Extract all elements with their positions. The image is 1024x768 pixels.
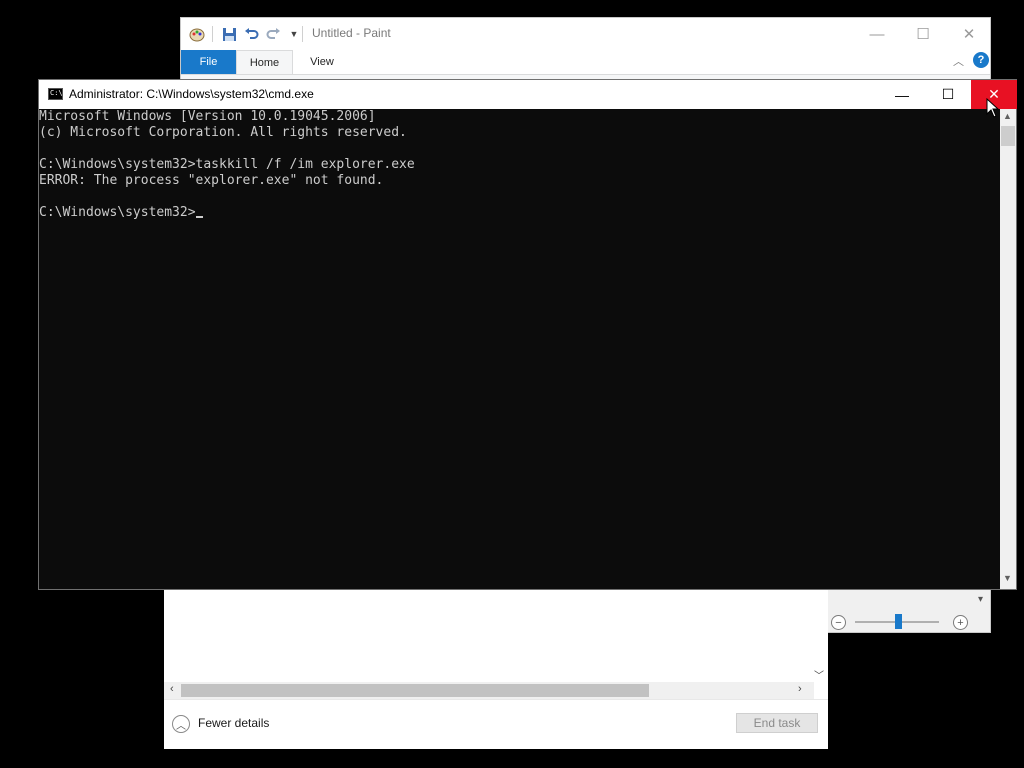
tab-file[interactable]: File: [181, 50, 236, 74]
qat-divider: [212, 26, 213, 42]
cmd-vertical-scrollbar[interactable]: ▲ ▼: [1000, 109, 1016, 589]
save-icon[interactable]: [220, 25, 238, 43]
end-task-button[interactable]: End task: [736, 713, 818, 733]
paint-close-button[interactable]: ✕: [946, 22, 992, 46]
console-line: ERROR: The process "explorer.exe" not fo…: [39, 173, 384, 188]
scroll-down-icon[interactable]: ﹀: [814, 667, 824, 682]
cmd-window[interactable]: C:\ Administrator: C:\Windows\system32\c…: [38, 79, 1017, 590]
chevron-up-circle-icon[interactable]: ︿: [172, 715, 190, 733]
tab-view[interactable]: View: [293, 50, 351, 74]
console-line: (c) Microsoft Corporation. All rights re…: [39, 125, 407, 140]
paint-window-title: Untitled - Paint: [312, 26, 391, 40]
cmd-app-icon[interactable]: C:\: [48, 88, 63, 100]
chevron-up-icon[interactable]: ︿: [953, 53, 964, 69]
chevron-down-icon[interactable]: ▼: [285, 25, 303, 43]
cmd-maximize-button[interactable]: ☐: [925, 80, 971, 109]
cmd-window-title: Administrator: C:\Windows\system32\cmd.e…: [69, 87, 314, 101]
cmd-minimize-button[interactable]: —: [879, 80, 925, 109]
horizontal-scroll-thumb[interactable]: [181, 684, 649, 697]
zoom-slider-thumb[interactable]: [895, 614, 902, 629]
scroll-up-icon[interactable]: ▲: [1003, 111, 1012, 121]
qat-divider: [302, 26, 303, 42]
cmd-scroll-thumb[interactable]: [1001, 126, 1015, 146]
scroll-left-icon[interactable]: ‹: [170, 683, 174, 695]
mouse-pointer-icon: [986, 98, 1000, 118]
console-output[interactable]: Microsoft Windows [Version 10.0.19045.20…: [39, 109, 1000, 589]
console-prompt-line[interactable]: C:\Windows\system32>: [39, 205, 1000, 221]
redo-icon[interactable]: [264, 25, 282, 43]
paint-maximize-button[interactable]: ☐: [900, 22, 946, 46]
console-line: Microsoft Windows [Version 10.0.19045.20…: [39, 109, 376, 124]
paint-titlebar[interactable]: ▼ Untitled - Paint — ☐ ✕: [181, 18, 990, 50]
text-cursor: [195, 216, 203, 218]
scroll-right-icon[interactable]: ›: [798, 683, 802, 695]
zoom-out-button[interactable]: −: [831, 615, 846, 630]
paint-app-icon[interactable]: [188, 25, 206, 43]
paint-ribbon-tabs: File Home View ︿ ?: [181, 50, 990, 75]
fewer-details-link[interactable]: Fewer details: [198, 716, 269, 730]
zoom-in-button[interactable]: +: [953, 615, 968, 630]
cmd-titlebar[interactable]: C:\ Administrator: C:\Windows\system32\c…: [39, 80, 1017, 109]
task-manager-window[interactable]: ﹀ ‹ › ︿ Fewer details End task: [164, 585, 828, 749]
process-list[interactable]: ﹀: [164, 585, 828, 682]
scroll-down-icon[interactable]: ▼: [1003, 573, 1012, 583]
undo-icon[interactable]: [242, 25, 260, 43]
horizontal-scrollbar[interactable]: ‹ ›: [164, 682, 814, 699]
help-icon[interactable]: ?: [973, 52, 989, 68]
paint-minimize-button[interactable]: —: [854, 22, 900, 46]
task-manager-footer: ︿ Fewer details End task: [164, 699, 828, 749]
tab-home[interactable]: Home: [236, 50, 293, 74]
console-prompt: C:\Windows\system32>: [39, 205, 196, 220]
paint-statusbar: − +: [827, 588, 990, 632]
console-line: C:\Windows\system32>taskkill /f /im expl…: [39, 157, 415, 172]
paint-scroll-down-icon[interactable]: ▾: [978, 594, 983, 605]
